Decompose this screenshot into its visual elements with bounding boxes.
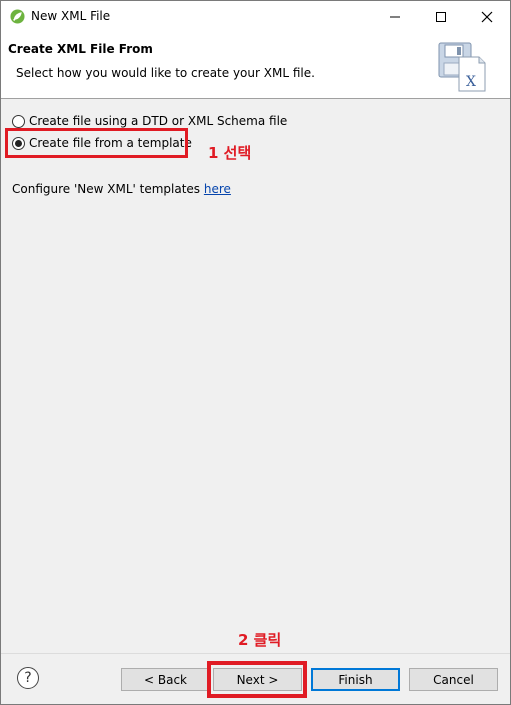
finish-button[interactable]: Finish bbox=[311, 668, 400, 691]
xml-file-wizard-icon: X bbox=[438, 42, 486, 92]
highlight-box-next bbox=[207, 661, 307, 698]
maximize-icon bbox=[436, 11, 446, 22]
dialog-window: New XML File Create XML File From Select… bbox=[0, 0, 511, 705]
wizard-header: Create XML File From Select how you woul… bbox=[1, 32, 510, 99]
footer-divider bbox=[1, 653, 510, 654]
help-button[interactable]: ? bbox=[17, 667, 39, 689]
minimize-icon bbox=[390, 16, 400, 17]
annotation-step-2: 2 클릭 bbox=[238, 631, 282, 649]
svg-text:X: X bbox=[466, 74, 476, 90]
spring-leaf-icon bbox=[10, 9, 25, 24]
wizard-content: Create file using a DTD or XML Schema fi… bbox=[1, 100, 510, 640]
configure-templates-row: Configure 'New XML' templates here bbox=[12, 182, 231, 196]
cancel-button[interactable]: Cancel bbox=[409, 668, 498, 691]
radio-dtd-schema[interactable] bbox=[12, 114, 25, 128]
minimize-button[interactable] bbox=[372, 1, 418, 32]
wizard-title: Create XML File From bbox=[8, 42, 153, 56]
window-title: New XML File bbox=[31, 9, 111, 23]
title-bar: New XML File bbox=[1, 1, 510, 32]
option-dtd-schema-label: Create file using a DTD or XML Schema fi… bbox=[29, 114, 288, 128]
configure-templates-text: Configure 'New XML' templates bbox=[12, 182, 204, 196]
help-icon: ? bbox=[24, 670, 32, 686]
annotation-step-1: 1 선택 bbox=[208, 144, 252, 162]
close-icon bbox=[481, 11, 493, 22]
wizard-description: Select how you would like to create your… bbox=[16, 66, 315, 80]
option-dtd-schema[interactable]: Create file using a DTD or XML Schema fi… bbox=[12, 114, 287, 128]
close-button[interactable] bbox=[464, 1, 510, 32]
back-button[interactable]: < Back bbox=[121, 668, 210, 691]
highlight-box-template bbox=[5, 128, 188, 158]
maximize-button[interactable] bbox=[418, 1, 464, 32]
configure-templates-link[interactable]: here bbox=[204, 182, 231, 196]
